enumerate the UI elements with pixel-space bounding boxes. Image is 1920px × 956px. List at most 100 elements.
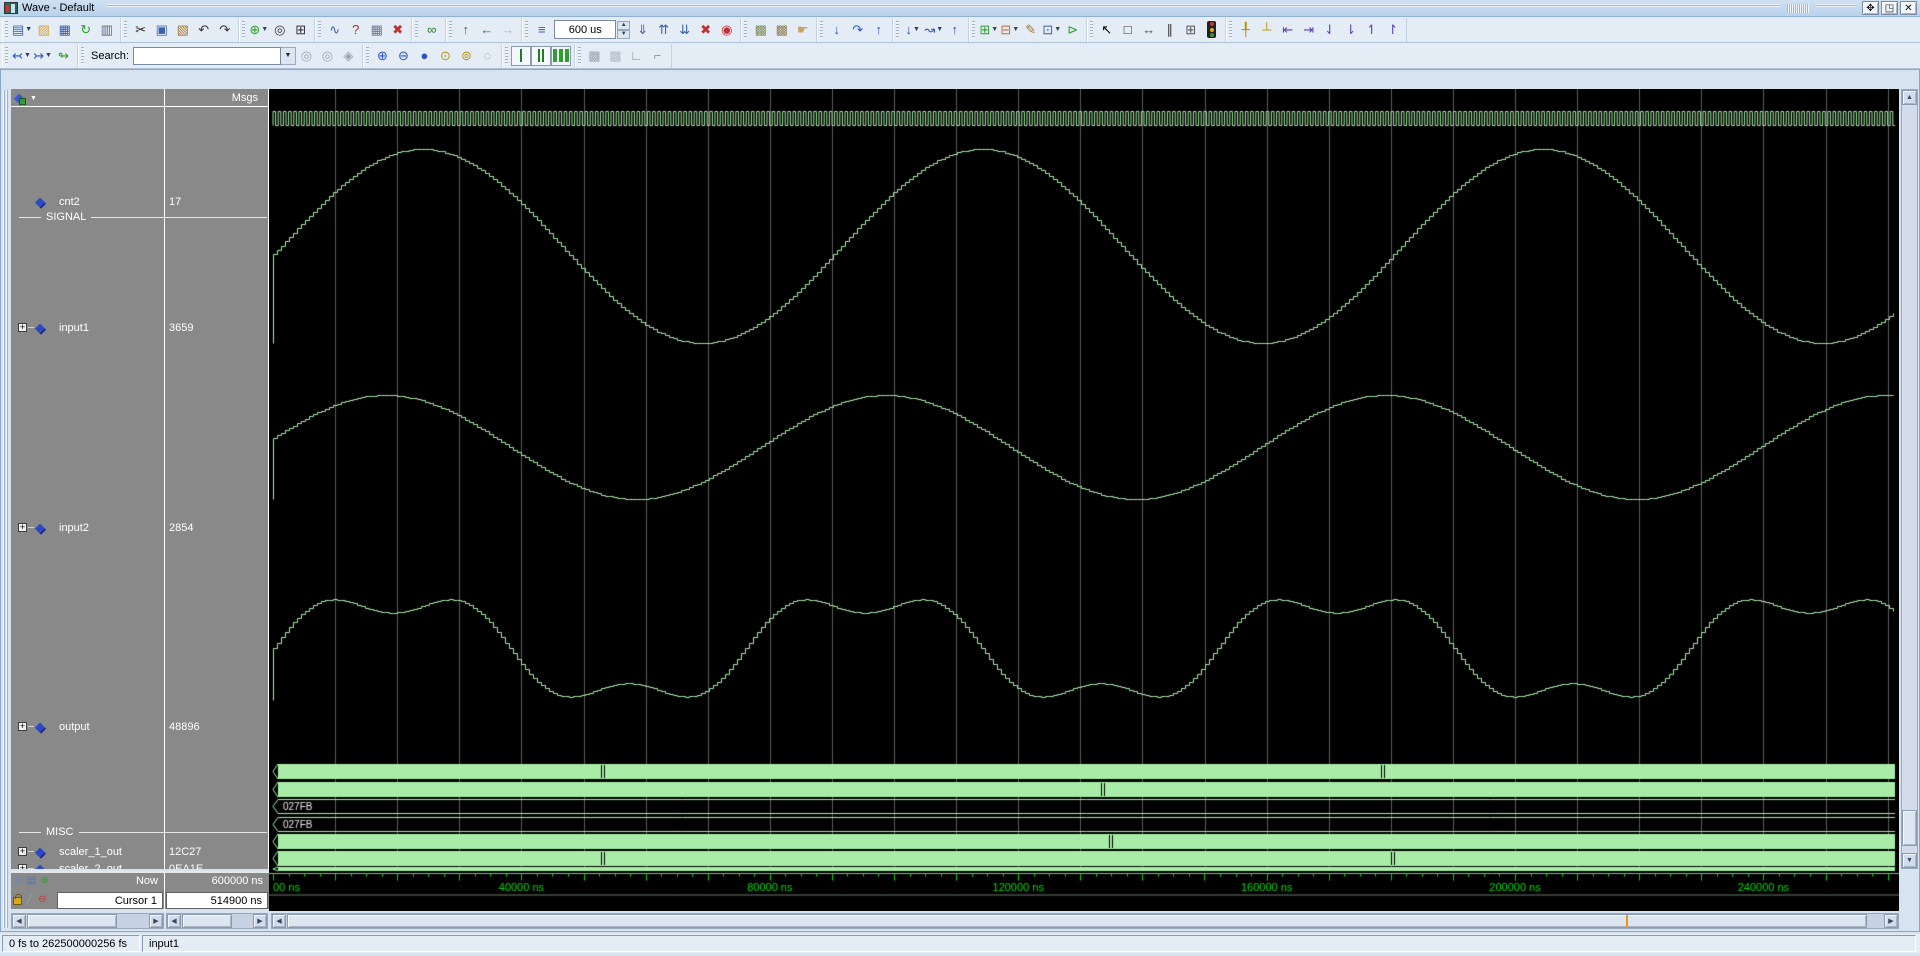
signal-name[interactable]: input1: [59, 322, 89, 334]
signal-row[interactable]: +◆scaler_1_out12C27: [11, 845, 269, 859]
jump-next-icon[interactable]: ↣▼: [32, 45, 53, 66]
expand-icon[interactable]: +: [18, 864, 27, 869]
stop-icon[interactable]: ✖: [695, 19, 716, 40]
next-rising-edge-icon[interactable]: ↾: [1382, 19, 1403, 40]
delete-cursor-icon[interactable]: ┴: [1256, 19, 1277, 40]
vertical-scrollbar[interactable]: ▲ ▼: [1901, 89, 1918, 869]
undock-button[interactable]: ◳: [1881, 1, 1898, 15]
scroll-left-icon[interactable]: ◀: [167, 914, 181, 928]
expand-icon[interactable]: ⊞: [290, 19, 311, 40]
group-divider[interactable]: SIGNAL: [11, 210, 269, 224]
traffic-light-icon[interactable]: [1207, 21, 1216, 38]
close-button[interactable]: ✕: [1900, 1, 1917, 15]
edge-up-icon[interactable]: ↑: [944, 19, 965, 40]
find-next-transition-icon[interactable]: ↓: [826, 19, 847, 40]
add-wave-icon[interactable]: ⊞▼: [978, 19, 999, 40]
toolbar-grip[interactable]: [449, 21, 452, 39]
toolbar-grip[interactable]: [366, 47, 369, 65]
bars-mode-icon[interactable]: ∥: [1159, 19, 1180, 40]
signal-row[interactable]: +◆scaler_2_out0EA1E: [11, 862, 269, 869]
pan-hand-icon[interactable]: ☛: [792, 19, 813, 40]
signal-name[interactable]: input2: [59, 522, 89, 534]
scroll-down-icon[interactable]: ▼: [1902, 853, 1917, 868]
find-transition-curve-icon[interactable]: ↷: [847, 19, 868, 40]
search-find-all-icon[interactable]: ◎: [317, 45, 338, 66]
refresh-icon[interactable]: ↻: [75, 19, 96, 40]
names-hscrollbar[interactable]: ◀ ▶: [11, 913, 164, 929]
zoom-other-icon[interactable]: ◌: [477, 45, 498, 66]
export-wave-icon[interactable]: ⊳: [1062, 19, 1083, 40]
sim-break-icon[interactable]: ✖: [387, 19, 408, 40]
back-icon[interactable]: ←: [476, 19, 497, 40]
zoom-range-icon[interactable]: ⊙: [435, 45, 456, 66]
paste-icon[interactable]: ▧: [172, 19, 193, 40]
next-falling-edge-icon[interactable]: ⇂: [1340, 19, 1361, 40]
run-all-icon[interactable]: ⇈: [653, 19, 674, 40]
forward-icon[interactable]: →: [497, 19, 518, 40]
toolbar-grip[interactable]: [124, 21, 127, 39]
expand-icon[interactable]: +: [18, 523, 27, 532]
edge-curve-icon[interactable]: ↝▼: [923, 19, 944, 40]
scroll-right-icon[interactable]: ▶: [1884, 914, 1898, 928]
cursor1-row[interactable]: ╱ ⊖ Cursor 1 514900 ns: [11, 892, 269, 910]
wave-hscrollbar[interactable]: ◀ ▶: [271, 913, 1899, 929]
toolbar-grip[interactable]: [896, 21, 899, 39]
expand-icon[interactable]: +: [18, 847, 27, 856]
signal-name[interactable]: cnt2: [59, 196, 80, 208]
spin-down-icon[interactable]: ▼: [617, 30, 630, 39]
dataset-view-icon[interactable]: ▩: [750, 19, 771, 40]
select-mode-icon[interactable]: ↖: [1096, 19, 1117, 40]
wave-hscroll-thumb[interactable]: [287, 914, 1867, 928]
redo-icon[interactable]: ↷: [214, 19, 235, 40]
print-icon[interactable]: ▥: [96, 19, 117, 40]
find-icon[interactable]: ◎: [269, 19, 290, 40]
toolbar-grip[interactable]: [505, 47, 508, 65]
new-file-icon[interactable]: ▤▼: [11, 19, 33, 40]
signal-row[interactable]: +◆input22854: [11, 521, 269, 535]
save-icon[interactable]: ▦: [54, 19, 75, 40]
scroll-right-icon[interactable]: ▶: [149, 914, 163, 928]
toolbar-grip[interactable]: [415, 21, 418, 39]
zoom-full-icon[interactable]: ●: [414, 45, 435, 66]
column-splitter[interactable]: [164, 89, 165, 869]
cursor-select-icon[interactable]: ▦: [13, 875, 24, 886]
values-hscrollbar[interactable]: ◀ ▶: [166, 913, 268, 929]
edge-next-icon[interactable]: ↓▼: [902, 19, 923, 40]
expand-icon[interactable]: +: [18, 323, 27, 332]
break-icon[interactable]: ◉: [716, 19, 737, 40]
zoom-out-icon[interactable]: ⊖: [393, 45, 414, 66]
scroll-up-icon[interactable]: ▲: [1902, 90, 1917, 105]
pattern-a-icon[interactable]: ▩: [584, 45, 605, 66]
dual-cursor-mode-icon[interactable]: [531, 46, 551, 66]
toolbar-grip[interactable]: [5, 21, 8, 39]
cursor1-label[interactable]: Cursor 1: [57, 892, 163, 909]
wave-props-icon[interactable]: ⊞: [1180, 19, 1201, 40]
names-hscroll-thumb[interactable]: [27, 914, 117, 928]
open-icon[interactable]: ▨: [33, 19, 54, 40]
signal-names-panel[interactable]: ◆ ▼ Msgs ◆cnt217SIGNAL+◆input13659+◆inpu…: [11, 89, 269, 869]
sim-memory-icon[interactable]: ▦: [366, 19, 387, 40]
edge-l-icon[interactable]: ∟: [626, 45, 647, 66]
toolbar-grip[interactable]: [744, 21, 747, 39]
copy-icon[interactable]: ▣: [151, 19, 172, 40]
title-bar[interactable]: Wave - Default ✥◳✕: [0, 0, 1920, 17]
edit-wave-icon[interactable]: ✎: [1020, 19, 1041, 40]
prev-rising-edge-icon[interactable]: ↿: [1361, 19, 1382, 40]
wave-pane-menu-icon[interactable]: ◆ ▼: [14, 90, 44, 106]
find-prev-transition-icon[interactable]: ↑: [868, 19, 889, 40]
cursor-edit-icon[interactable]: ▤: [26, 875, 37, 886]
cursor-properties-icon[interactable]: ╱: [24, 894, 35, 905]
waveform-canvas[interactable]: [269, 89, 1899, 911]
zoom-in-icon[interactable]: ⊕: [372, 45, 393, 66]
sim-help-icon[interactable]: ?: [345, 19, 366, 40]
search-history-icon[interactable]: ▼: [281, 47, 296, 65]
toolbar-grip[interactable]: [242, 21, 245, 39]
dock-button[interactable]: ✥: [1862, 1, 1879, 15]
pane-grip[interactable]: [3, 90, 8, 928]
toolbar-grip[interactable]: [820, 21, 823, 39]
cursor-line-mode-icon[interactable]: [511, 46, 531, 66]
cursor1-value[interactable]: 514900 ns: [166, 892, 268, 909]
signal-name[interactable]: scaler_2_out: [59, 863, 122, 869]
sim-wave-icon[interactable]: ∿: [324, 19, 345, 40]
pattern-b-icon[interactable]: ▩: [605, 45, 626, 66]
